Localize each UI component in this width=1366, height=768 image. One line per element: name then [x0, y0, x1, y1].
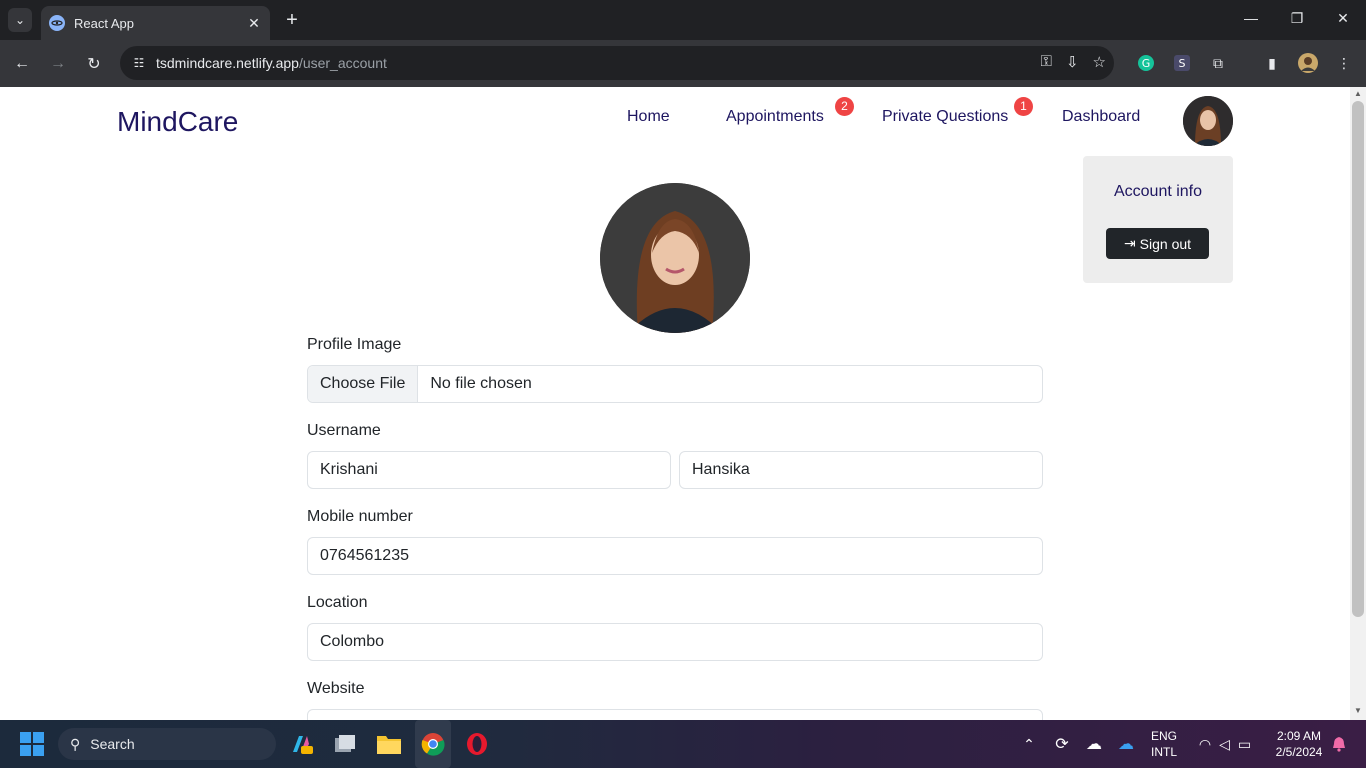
battery-icon: ▭	[1237, 735, 1252, 752]
search-icon: ⚲	[70, 735, 81, 752]
grammarly-extension-icon[interactable]: G	[1135, 52, 1157, 74]
password-key-icon[interactable]: ⚿	[1041, 53, 1052, 71]
tray-overflow-icon[interactable]: ⌃	[1018, 720, 1040, 768]
profile-image-label: Profile Image	[307, 336, 402, 353]
keyboard-layout: INTL	[1150, 745, 1177, 759]
nav-home[interactable]: Home	[627, 108, 670, 126]
sync-icon[interactable]: ⟳	[1050, 720, 1074, 768]
opera-icon[interactable]	[463, 720, 491, 768]
task-view-icon[interactable]	[331, 720, 359, 768]
nav-dashboard[interactable]: Dashboard	[1062, 108, 1140, 126]
taskbar-search[interactable]: ⚲ Search	[58, 728, 276, 760]
first-name-input[interactable]: Krishani	[307, 451, 671, 489]
website-input[interactable]	[307, 709, 1043, 720]
copilot-icon[interactable]	[287, 720, 315, 768]
new-tab-button[interactable]: +	[282, 9, 302, 31]
profile-avatar-icon[interactable]	[1297, 52, 1319, 74]
account-info-link[interactable]: Account info	[1083, 183, 1233, 201]
sign-out-label: Sign out	[1139, 235, 1192, 252]
last-name-input[interactable]: Hansika	[679, 451, 1043, 489]
notification-bell-icon[interactable]	[1330, 720, 1348, 768]
browser-tab-bar: ⌄ React App ✕ + — ❐ ✕	[0, 0, 1366, 40]
language-indicator[interactable]: ENG INTL	[1148, 720, 1180, 768]
svg-text:S: S	[1179, 57, 1186, 70]
appointments-badge: 2	[835, 97, 854, 116]
back-icon[interactable]: ←	[10, 52, 34, 76]
scroll-thumb[interactable]	[1352, 101, 1364, 617]
account-dropdown: Account info ⇥ Sign out	[1083, 156, 1233, 283]
side-panel-icon[interactable]: ▮	[1261, 52, 1283, 74]
tab-close-icon[interactable]: ✕	[244, 15, 264, 32]
address-bar[interactable]: ☷ tsdmindcare.netlify.app/user_account ⚿…	[120, 46, 1114, 80]
language-code: ENG	[1150, 729, 1177, 743]
s-extension-icon[interactable]: S	[1171, 52, 1193, 74]
reload-icon[interactable]: ↻	[82, 52, 106, 76]
location-input[interactable]: Colombo	[307, 623, 1043, 661]
tab-title: React App	[74, 15, 134, 31]
scroll-down-icon[interactable]: ▼	[1350, 706, 1366, 718]
sign-out-button[interactable]: ⇥ Sign out	[1106, 228, 1209, 259]
file-status-text: No file chosen	[430, 375, 532, 392]
tab-search-icon[interactable]: ⌄	[8, 8, 32, 32]
page-content: MindCare Home Appointments 2 Private Que…	[0, 87, 1350, 720]
website-label: Website	[307, 680, 365, 697]
browser-menu-icon[interactable]: ⋮	[1333, 52, 1355, 74]
taskbar-search-label: Search	[90, 736, 135, 752]
browser-toolbar: ← → ↻ ☷ tsdmindcare.netlify.app/user_acc…	[0, 40, 1366, 87]
install-app-icon[interactable]: ⇩	[1066, 53, 1079, 71]
cloud-icon[interactable]: ☁	[1082, 720, 1106, 768]
mobile-input[interactable]: 0764561235	[307, 537, 1043, 575]
bookmark-star-icon[interactable]: ☆	[1093, 53, 1106, 71]
clock-time: 2:09 AM	[1276, 729, 1322, 743]
close-window-icon[interactable]: ✕	[1333, 10, 1353, 27]
minimize-icon[interactable]: —	[1241, 10, 1261, 26]
extensions-puzzle-icon[interactable]: ⧉	[1207, 52, 1229, 74]
private-questions-badge: 1	[1014, 97, 1033, 116]
mobile-label: Mobile number	[307, 508, 413, 525]
wifi-icon: ◠	[1198, 735, 1212, 752]
onedrive-icon[interactable]: ☁	[1114, 720, 1138, 768]
profile-image-file-input[interactable]: Choose File No file chosen	[307, 365, 1043, 403]
username-label: Username	[307, 422, 381, 439]
chrome-taskbar-icon[interactable]	[415, 720, 451, 768]
clock-date: 2/5/2024	[1275, 745, 1323, 759]
url-text: tsdmindcare.netlify.app/user_account	[156, 55, 387, 71]
location-label: Location	[307, 594, 368, 611]
brand-logo[interactable]: MindCare	[117, 106, 238, 138]
nav-private-questions[interactable]: Private Questions	[882, 108, 1008, 126]
page-scrollbar[interactable]: ▲ ▼	[1350, 87, 1366, 720]
nav-appointments[interactable]: Appointments	[726, 108, 824, 126]
scroll-up-icon[interactable]: ▲	[1350, 89, 1366, 101]
windows-taskbar: ⚲ Search ⌃ ⟳ ☁ ☁ ENG INTL ◠ ◁ ▭ 2:09 AM …	[0, 720, 1366, 768]
quick-settings[interactable]: ◠ ◁ ▭	[1190, 720, 1260, 768]
react-favicon-icon	[49, 15, 65, 31]
forward-icon[interactable]: →	[46, 52, 70, 76]
choose-file-button[interactable]: Choose File	[308, 366, 419, 402]
clock[interactable]: 2:09 AM 2/5/2024	[1266, 720, 1332, 768]
svg-text:G: G	[1142, 57, 1151, 70]
browser-tab[interactable]: React App ✕	[41, 6, 270, 40]
restore-icon[interactable]: ❐	[1287, 10, 1307, 27]
profile-picture	[600, 183, 750, 333]
volume-icon: ◁	[1219, 735, 1230, 752]
nav-avatar[interactable]	[1183, 96, 1233, 146]
file-explorer-icon[interactable]	[375, 720, 403, 768]
site-info-icon[interactable]: ☷	[122, 56, 156, 70]
sign-out-icon: ⇥	[1123, 235, 1136, 251]
windows-start-icon[interactable]	[18, 720, 46, 768]
